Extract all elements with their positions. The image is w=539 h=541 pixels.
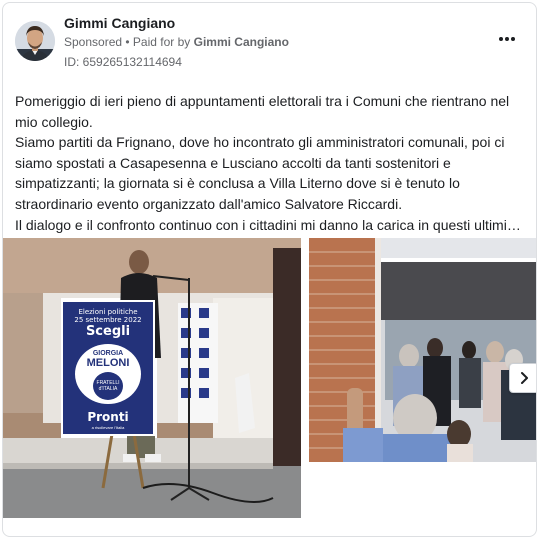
poster-scegli: Scegli — [85, 324, 131, 339]
body-line: simpatizzanti; la giornata si è conclusa… — [15, 175, 460, 192]
body-line: straordinario evento organizzato dall'am… — [15, 195, 403, 212]
paid-for-name[interactable]: Gimmi Cangiano — [194, 35, 289, 49]
avatar-photo — [15, 21, 55, 61]
profile-avatar[interactable] — [15, 21, 55, 61]
media-image-stage[interactable]: Elezioni politiche 25 settembre 2022 Sce… — [3, 238, 301, 518]
carousel-next-button[interactable] — [509, 363, 536, 393]
poster-small-text: a risollevare l'Italia — [91, 425, 125, 430]
body-line: siamo spostati a Casapesenna e Lusciano … — [15, 154, 451, 171]
poster-pronti: Pronti — [87, 410, 129, 424]
separator-dot: • — [122, 35, 133, 49]
poster-party2: d'ITALIA — [98, 386, 118, 392]
poster-election-line1: Elezioni politiche — [78, 308, 138, 316]
poster-flame-logo: FRATELLI d'ITALIA — [93, 372, 123, 400]
body-line: Siamo partiti da Frignano, dove ho incon… — [15, 134, 505, 151]
sponsored-label: Sponsored — [64, 35, 123, 49]
crowd-photo — [309, 238, 536, 462]
more-options-button[interactable] — [496, 31, 518, 47]
poster-badge: GIORGIA MELONI FRATELLI d'ITALIA — [75, 344, 141, 404]
page-name-link[interactable]: Gimmi Cangiano — [64, 15, 175, 31]
sponsorship-info: Sponsored • Paid for by Gimmi Cangiano — [64, 35, 289, 49]
body-line: Pomeriggio di ieri pieno di appuntamenti… — [15, 93, 510, 109]
ad-id-text: ID: 659265132114694 — [64, 55, 182, 69]
paid-for-prefix: Paid for by — [132, 35, 194, 49]
body-line: mio collegio. — [15, 113, 93, 130]
media-image-crowd[interactable] — [309, 238, 536, 462]
poster-brand1: GIORGIA — [92, 350, 124, 357]
post-body-text: Pomeriggio di ieri pieno di appuntamenti… — [15, 91, 529, 235]
sponsored-post-card: Gimmi Cangiano Sponsored • Paid for by G… — [2, 2, 537, 537]
poster-election-line2: 25 settembre 2022 — [74, 316, 142, 324]
body-line[interactable]: Il dialogo e il confronto continuo con i… — [15, 215, 529, 236]
chevron-right-icon — [521, 372, 528, 384]
poster-brand2: MELONI — [86, 357, 130, 369]
more-dots-icon — [498, 37, 516, 41]
campaign-poster: Elezioni politiche 25 settembre 2022 Sce… — [61, 300, 155, 436]
